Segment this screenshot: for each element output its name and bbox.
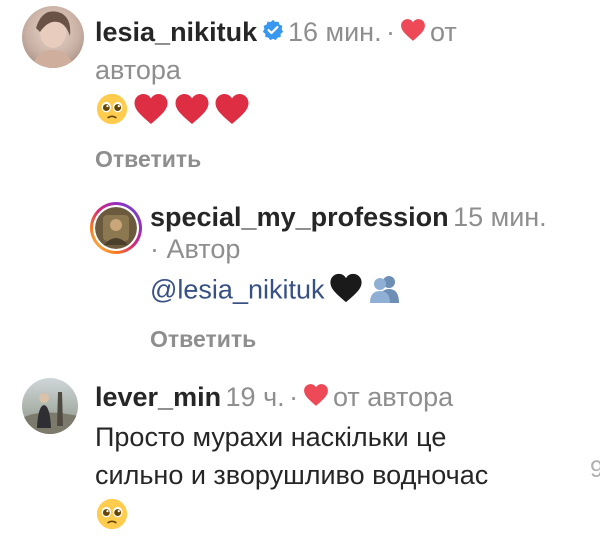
separator-dot: · [386,17,396,47]
edge-glyph: 9 [590,456,600,483]
reply-button[interactable]: Ответить [95,142,201,176]
timestamp: 15 мин. [453,202,547,232]
timestamp: 16 мин. [288,17,382,47]
comment-emoji-row [95,497,129,544]
avatar-photo [95,207,137,249]
reply-button[interactable]: Ответить [150,322,256,356]
black-heart-emoji-icon [329,272,363,317]
red-heart-emoji-icon [214,92,250,139]
busts-in-silhouette-emoji-icon [367,273,403,316]
author-like-heart-icon [303,383,329,420]
username[interactable]: lever_min [95,382,221,412]
separator-dot: · [289,382,299,412]
avatar[interactable] [22,378,78,434]
comment-text-line: сильно и зворушливо водночас [95,460,489,490]
username[interactable]: special_my_profession [150,202,449,232]
verified-badge-icon [262,19,284,54]
username[interactable]: lesia_nikituk [95,17,257,47]
liked-by-author-label: от автора [333,382,454,412]
avatar-photo [22,392,78,434]
liked-by-author-label-cont: автора [95,55,181,85]
comment-text: @lesia_nikituk [150,272,403,317]
comment-text-line: Просто мурахи наскільки це [95,422,447,452]
avatar-photo [32,11,74,68]
author-like-heart-icon [400,18,426,55]
avatar[interactable] [22,6,84,68]
liked-by-author-label: от [429,17,457,47]
mention-link[interactable]: @lesia_nikituk [150,275,325,305]
author-label: · Автор [150,234,241,264]
avatar[interactable] [90,202,142,254]
comment-emoji-row [95,92,250,139]
red-heart-emoji-icon [174,92,210,139]
red-heart-emoji-icon [133,92,169,139]
pleading-face-emoji-icon [95,497,129,544]
pleading-face-emoji-icon [95,92,129,139]
comment-header: lever_min 19 ч. · от автора [95,380,453,420]
timestamp: 19 ч. [225,382,285,412]
comment-header: lesia_nikituk 16 мин. · от [95,15,457,55]
